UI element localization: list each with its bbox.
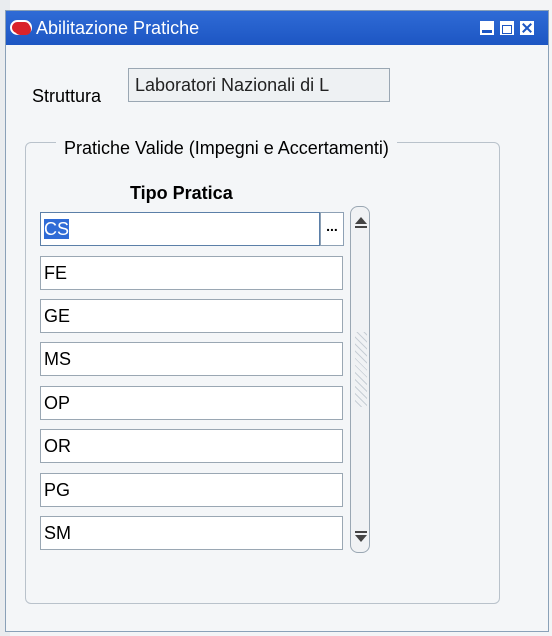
- row-value: CS: [44, 219, 70, 239]
- window-title: Abilitazione Pratiche: [36, 18, 200, 38]
- vertical-scrollbar[interactable]: [350, 206, 370, 553]
- list-item[interactable]: PG: [40, 473, 343, 507]
- column-header-tipo-pratica: Tipo Pratica: [130, 183, 233, 203]
- scroll-down-icon[interactable]: [355, 531, 367, 542]
- group-title: Pratiche Valide (Impegni e Accertamenti): [56, 138, 397, 159]
- list-item[interactable]: OP: [40, 386, 343, 420]
- title-bar[interactable]: Abilitazione Pratiche: [6, 11, 548, 45]
- struttura-label: Struttura: [32, 86, 102, 106]
- minimize-icon[interactable]: [480, 21, 494, 35]
- oracle-app-icon: [10, 20, 32, 35]
- scroll-up-icon[interactable]: [355, 217, 367, 228]
- list-item[interactable]: MS: [40, 342, 343, 376]
- list-item[interactable]: OR: [40, 429, 343, 463]
- maximize-icon[interactable]: [500, 21, 514, 35]
- scroll-grip[interactable]: [355, 332, 367, 407]
- close-icon[interactable]: [520, 21, 534, 35]
- list-item[interactable]: GE: [40, 299, 343, 333]
- lov-button[interactable]: ...: [320, 212, 344, 246]
- struttura-field[interactable]: Laboratori Nazionali di L: [128, 68, 390, 102]
- list-item[interactable]: CS: [40, 212, 320, 246]
- list-item[interactable]: SM: [40, 516, 343, 550]
- list-item[interactable]: FE: [40, 256, 343, 290]
